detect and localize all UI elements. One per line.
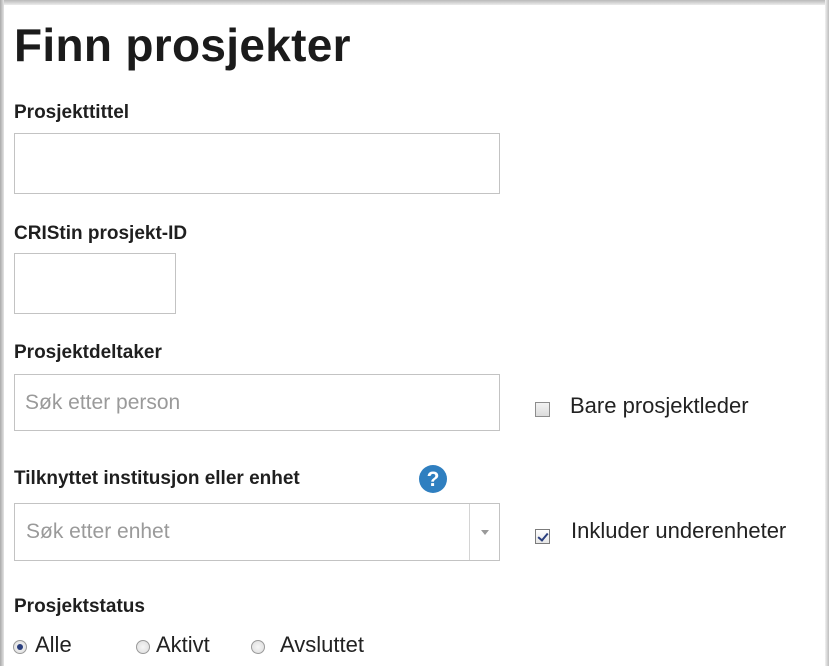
cristin-id-input[interactable] [14, 253, 176, 314]
institution-label: Tilknyttet institusjon eller enhet [14, 468, 300, 489]
status-radio-all[interactable] [13, 640, 27, 654]
project-status-label: Prosjektstatus [14, 596, 145, 617]
institution-search-placeholder: Søk etter enhet [26, 520, 170, 543]
window-frame-top [0, 0, 829, 5]
include-subunits-label[interactable]: Inkluder underenheter [571, 518, 786, 544]
cristin-id-label: CRIStin prosjekt-ID [14, 223, 188, 244]
chevron-down-icon [480, 529, 489, 535]
window-frame-left [0, 0, 4, 666]
status-radio-all-label[interactable]: Alle [35, 632, 72, 658]
include-subunits-checkbox[interactable] [535, 529, 550, 544]
page-title: Finn prosjekter [14, 19, 351, 71]
dropdown-arrow-button[interactable] [469, 504, 499, 560]
status-radio-active[interactable] [136, 640, 150, 654]
project-leader-only-checkbox[interactable] [535, 402, 550, 417]
project-title-label: Prosjekttittel [14, 102, 130, 123]
question-mark-circle-icon[interactable]: ? [419, 465, 447, 493]
participant-label: Prosjektdeltaker [14, 342, 162, 363]
project-title-input[interactable] [14, 133, 500, 194]
status-radio-finished-label[interactable]: Avsluttet [280, 632, 364, 658]
status-radio-finished[interactable] [251, 640, 265, 654]
institution-search-combobox[interactable]: Søk etter enhet [14, 503, 500, 561]
participant-search-input[interactable] [14, 374, 500, 431]
status-radio-active-label[interactable]: Aktivt [156, 632, 210, 658]
window-frame-right [825, 0, 829, 666]
project-leader-only-label[interactable]: Bare prosjektleder [570, 393, 749, 419]
